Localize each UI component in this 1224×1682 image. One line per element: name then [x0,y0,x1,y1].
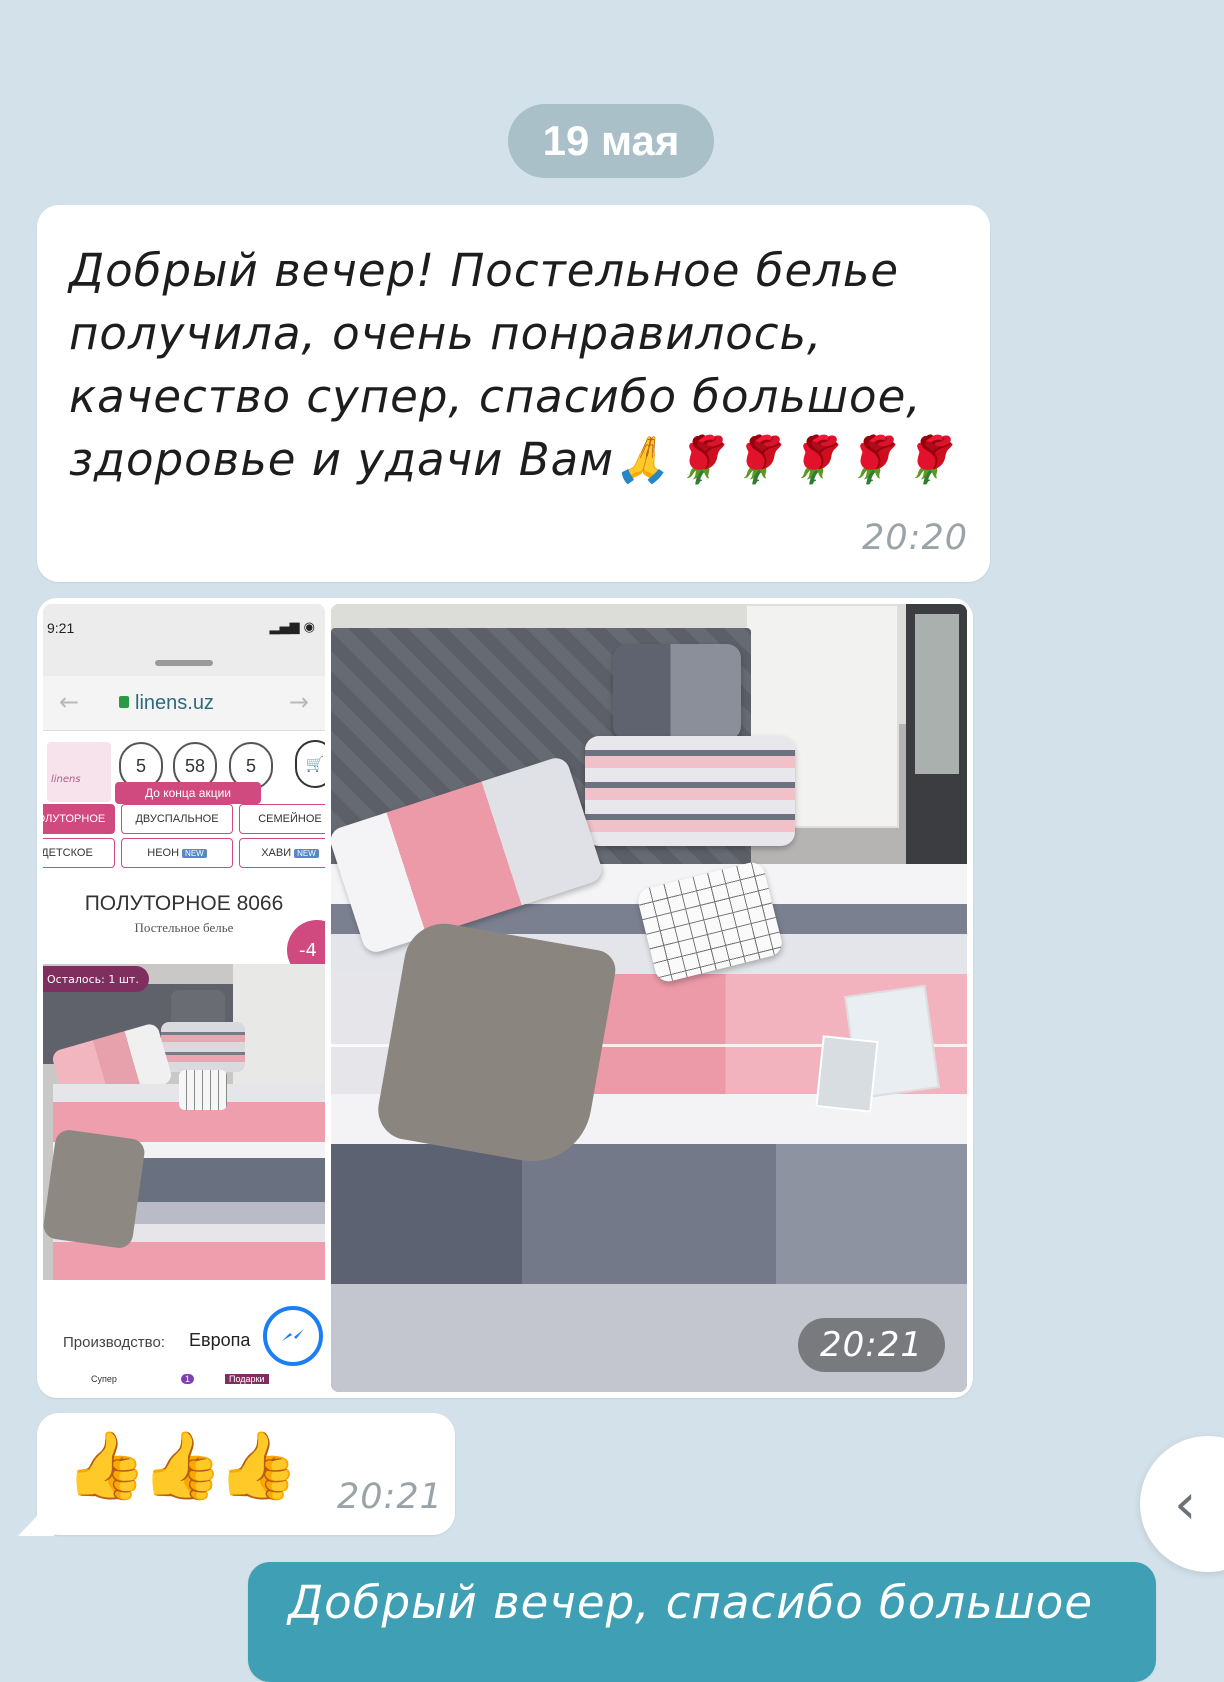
back-arrow-icon: ← [59,688,80,716]
category-tab: ХАВИ NEW [239,838,325,868]
pillow-striped [585,736,795,846]
lock-icon [119,696,129,708]
category-label: НЕОН [147,847,180,859]
message-time: 20:21 [337,1477,443,1517]
stock-badge: Осталось: 1 шт. [43,966,149,992]
message-text: Добрый вечер! Постельное белье получила,… [69,244,957,486]
category-tab: ПОЛУТОРНОЕ [43,804,115,834]
cart-icon: 🛒 [295,740,325,788]
forward-arrow-icon: → [288,688,309,716]
phone-status-bar: 9:21 ▂▄▆ ◉ [43,604,325,676]
new-badge: NEW [294,848,319,858]
message-bubble-incoming[interactable]: 👍👍👍 20:21 [37,1413,455,1535]
photo-album-message[interactable]: 9:21 ▂▄▆ ◉ ← linens.uz → linens 5 58 5 🛒… [37,598,973,1398]
emoji-message: 👍👍👍 [65,1427,300,1504]
message-text: Добрый вечер, спасибо большое [288,1576,1094,1629]
category-tab: ДВУСПАЛЬНОЕ [121,804,233,834]
product-subtitle: Постельное белье [134,920,234,935]
product-title: ПОЛУТОРНОЕ 8066 [84,892,284,915]
footer-item: Подарки [225,1374,269,1384]
category-tab: ДЕТСКОЕ [43,838,115,868]
message-time: 20:20 [862,518,968,558]
date-separator: 19 мая [508,104,714,178]
photo-time: 20:21 [798,1318,945,1372]
message-bubble-outgoing[interactable]: Добрый вечер, спасибо большое [248,1562,1156,1682]
status-time: 9:21 [47,620,75,636]
origin-value: Европа [189,1330,251,1350]
throw-blanket [373,917,619,1171]
messenger-icon [263,1306,323,1366]
chevron-left-icon: ‹ [1174,1471,1197,1537]
signal-icon: ▂▄▆ ◉ [269,620,315,635]
browser-url-bar: ← linens.uz → [43,676,325,731]
drag-handle [155,660,213,666]
pillow-back [613,644,741,740]
category-label: ХАВИ [261,847,292,859]
screenshot-photo[interactable]: 9:21 ▂▄▆ ◉ ← linens.uz → linens 5 58 5 🛒… [43,604,325,1392]
category-tab: СЕМЕЙНОЕ [239,804,325,834]
url-text: linens.uz [135,692,214,714]
site-logo: linens [47,742,111,802]
promo-label: До конца акции [115,782,261,804]
category-tab: НЕОН NEW [121,838,233,868]
new-badge: NEW [182,848,207,858]
window-glass [915,614,959,774]
footer-item: Супер [91,1374,117,1384]
label-card [815,1035,879,1113]
product-image [43,964,325,1280]
origin-label: Производство: [63,1334,165,1351]
bedding-photo[interactable]: 20:21 [331,604,967,1392]
bubble-tail [18,1498,54,1536]
message-bubble-incoming[interactable]: Добрый вечер! Постельное белье получила,… [37,205,990,582]
scroll-button[interactable]: ‹ [1140,1436,1224,1572]
footer-count: 1 [181,1374,195,1384]
